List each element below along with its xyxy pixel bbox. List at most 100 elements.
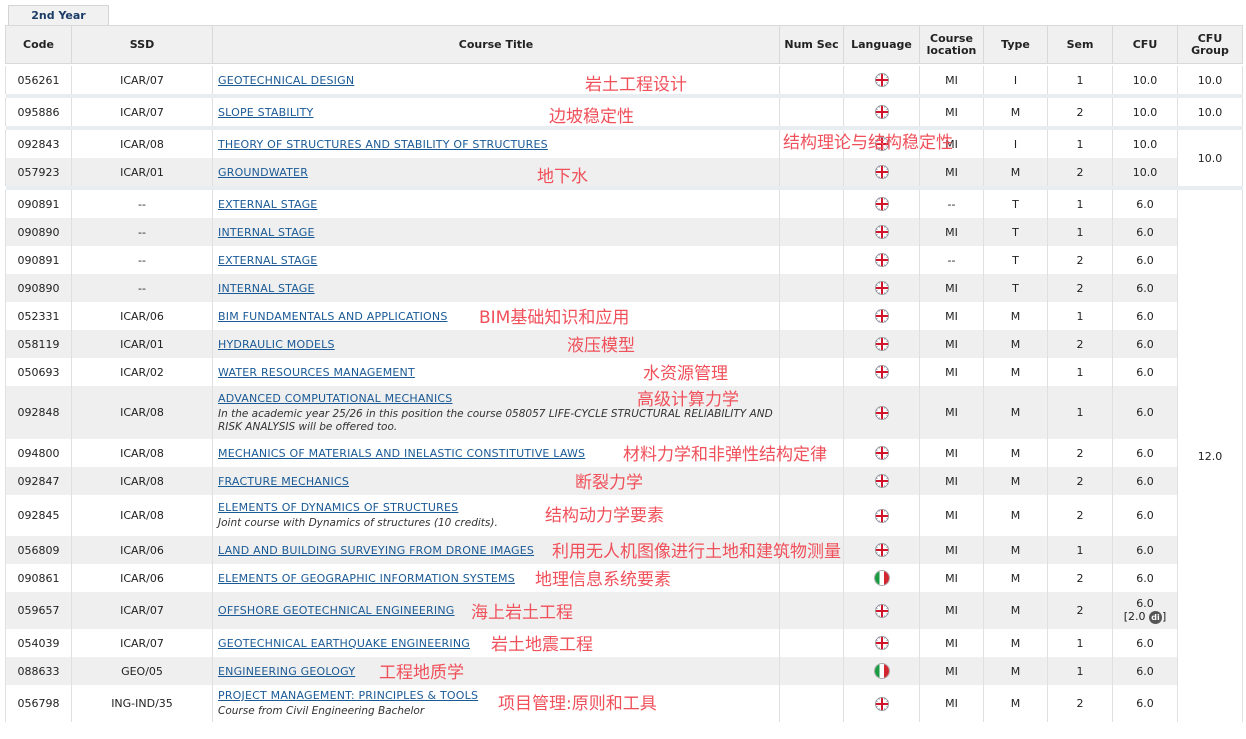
- table-row: 054039 ICAR/07 GEOTECHNICAL EARTHQUAKE ENG…: [5, 629, 1243, 657]
- col-header-cfu[interactable]: CFU: [1112, 25, 1178, 64]
- cell-num-sec: [779, 302, 844, 330]
- chinese-translation-annotation: 液压模型: [567, 336, 635, 356]
- col-header-ssd[interactable]: SSD: [71, 25, 213, 64]
- col-header-language[interactable]: Language: [843, 25, 920, 64]
- cell-language: [843, 657, 920, 685]
- cell-code: 056261: [5, 66, 72, 94]
- cell-code: 094800: [5, 439, 72, 467]
- cell-cfu: 6.0: [1112, 657, 1178, 685]
- course-title-link[interactable]: MECHANICS OF MATERIALS AND INELASTIC CON…: [218, 447, 585, 460]
- course-title-link[interactable]: EXTERNAL STAGE: [218, 254, 317, 267]
- col-header-cfu-group[interactable]: CFU Group: [1177, 25, 1243, 64]
- cell-ssd: ICAR/07: [71, 98, 213, 126]
- cell-ssd: ICAR/02: [71, 358, 213, 386]
- cell-cfu-group: 10.0: [1177, 66, 1243, 94]
- cell-cfu-group: 12.0: [1177, 190, 1243, 722]
- course-title-link[interactable]: GROUNDWATER: [218, 166, 308, 179]
- cell-code: 095886: [5, 98, 72, 126]
- table-row: 056261 ICAR/07 GEOTECHNICAL DESIGN 岩土工程设计 MI…: [5, 66, 1243, 95]
- cell-num-sec: [779, 358, 844, 386]
- cell-ssd: --: [71, 274, 213, 302]
- col-header-type[interactable]: Type: [983, 25, 1048, 64]
- cell-code: 090891: [5, 246, 72, 274]
- course-title-link[interactable]: HYDRAULIC MODELS: [218, 338, 335, 351]
- course-title-link[interactable]: THEORY OF STRUCTURES AND STABILITY OF ST…: [218, 138, 548, 151]
- cell-course-title: INTERNAL STAGE: [212, 218, 780, 246]
- cell-code: 090861: [5, 564, 72, 592]
- course-title-link[interactable]: OFFSHORE GEOTECHNICAL ENGINEERING: [218, 604, 455, 617]
- table-row: 059657 ICAR/07 OFFSHORE GEOTECHNICAL ENGIN…: [5, 592, 1243, 629]
- course-title-link[interactable]: ELEMENTS OF GEOGRAPHIC INFORMATION SYSTE…: [218, 572, 515, 585]
- course-title-link[interactable]: SLOPE STABILITY: [218, 106, 313, 119]
- cell-course-location: MI: [919, 274, 984, 302]
- cell-sem: 2: [1047, 467, 1113, 495]
- course-title-link[interactable]: INTERNAL STAGE: [218, 226, 315, 239]
- cell-type: I: [983, 66, 1048, 94]
- cell-course-location: --: [919, 246, 984, 274]
- col-header-course-location[interactable]: Course location: [919, 25, 984, 64]
- tab-2nd-year[interactable]: 2nd Year: [8, 5, 109, 26]
- cell-code: 057923: [5, 158, 72, 186]
- cell-type: M: [983, 536, 1048, 564]
- table-row: 056809 ICAR/06 LAND AND BUILDING SURVEYING…: [5, 536, 1243, 564]
- italian-flag-icon: [874, 571, 889, 585]
- cell-cfu: 10.0: [1112, 66, 1178, 94]
- english-flag-icon: [874, 197, 889, 211]
- col-header-num-sec[interactable]: Num Sec: [779, 25, 844, 64]
- table-row: 058119 ICAR/01 HYDRAULIC MODELS 液压模型 MI M 2 6.0: [5, 330, 1243, 358]
- cell-type: M: [983, 358, 1048, 386]
- cell-code: 050693: [5, 358, 72, 386]
- cell-code: 056798: [5, 685, 72, 722]
- course-title-link[interactable]: ELEMENTS OF DYNAMICS OF STRUCTURES: [218, 501, 458, 514]
- di-badge-icon[interactable]: di: [1149, 610, 1162, 624]
- cell-course-location: MI: [919, 330, 984, 358]
- cell-course-location: MI: [919, 592, 984, 629]
- cell-ssd: ICAR/07: [71, 629, 213, 657]
- cell-num-sec: [779, 685, 844, 722]
- course-table: Code SSD Course Title Num Sec Language C…: [5, 25, 1243, 722]
- cell-sem: 2: [1047, 158, 1113, 186]
- cell-ssd: ICAR/01: [71, 158, 213, 186]
- table-row: 090861 ICAR/06 ELEMENTS OF GEOGRAPHIC INFO…: [5, 564, 1243, 592]
- english-flag-icon: [874, 508, 889, 523]
- cell-code: 090890: [5, 218, 72, 246]
- table-row: 090891 -- EXTERNAL STAGE -- T 2 6.0: [5, 246, 1243, 274]
- course-title-link[interactable]: EXTERNAL STAGE: [218, 198, 317, 211]
- cell-cfu: 6.0: [1112, 246, 1178, 274]
- chinese-translation-annotation: 断裂力学: [575, 473, 643, 493]
- course-title-link[interactable]: PROJECT MANAGEMENT: PRINCIPLES & TOOLS: [218, 689, 478, 702]
- chinese-translation-annotation: 海上岩土工程: [471, 602, 573, 623]
- cell-course-location: MI: [919, 66, 984, 94]
- course-title-link[interactable]: LAND AND BUILDING SURVEYING FROM DRONE I…: [218, 544, 534, 557]
- course-title-link[interactable]: GEOTECHNICAL DESIGN: [218, 74, 354, 87]
- cell-sem: 2: [1047, 685, 1113, 722]
- cell-language: [843, 629, 920, 657]
- cell-code: 092848: [5, 386, 72, 439]
- course-title-link[interactable]: GEOTECHNICAL EARTHQUAKE ENGINEERING: [218, 637, 470, 650]
- cell-num-sec: [779, 564, 844, 592]
- cell-code: 059657: [5, 592, 72, 629]
- course-title-link[interactable]: ADVANCED COMPUTATIONAL MECHANICS: [218, 392, 452, 405]
- col-header-code[interactable]: Code: [5, 25, 72, 64]
- cell-type: M: [983, 158, 1048, 186]
- table-header-row: Code SSD Course Title Num Sec Language C…: [5, 25, 1243, 64]
- course-title-link[interactable]: INTERNAL STAGE: [218, 282, 315, 295]
- cell-ssd: GEO/05: [71, 657, 213, 685]
- course-title-link[interactable]: WATER RESOURCES MANAGEMENT: [218, 366, 415, 379]
- cell-num-sec: [779, 218, 844, 246]
- cell-ssd: ICAR/08: [71, 386, 213, 439]
- cell-sem: 2: [1047, 592, 1113, 629]
- cell-ssd: ICAR/08: [71, 130, 213, 158]
- cell-course-title: ELEMENTS OF DYNAMICS OF STRUCTURES Joint …: [212, 495, 780, 536]
- cell-type: T: [983, 274, 1048, 302]
- col-header-course-title[interactable]: Course Title: [212, 25, 780, 64]
- cell-code: 090890: [5, 274, 72, 302]
- cell-type: M: [983, 495, 1048, 536]
- course-title-link[interactable]: BIM FUNDAMENTALS AND APPLICATIONS: [218, 310, 448, 323]
- course-title-link[interactable]: ENGINEERING GEOLOGY: [218, 665, 355, 678]
- col-header-sem[interactable]: Sem: [1047, 25, 1113, 64]
- cell-cfu: 6.0: [1112, 274, 1178, 302]
- english-flag-icon: [874, 225, 889, 239]
- course-title-link[interactable]: FRACTURE MECHANICS: [218, 475, 349, 488]
- english-flag-icon: [874, 253, 889, 267]
